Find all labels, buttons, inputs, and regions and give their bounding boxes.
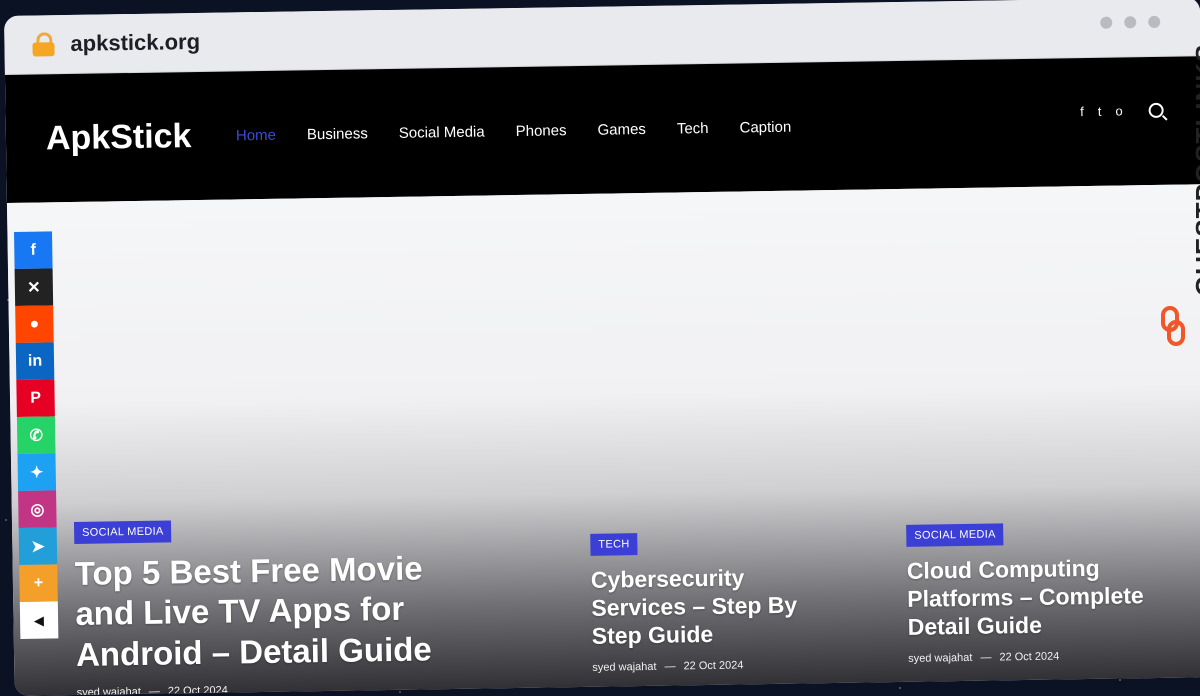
twitter-icon[interactable]: t: [1098, 104, 1102, 119]
whatsapp-icon[interactable]: ✆: [16, 416, 56, 454]
separator: —: [148, 685, 160, 696]
post-meta: syed wajahat — 22 Oct 2024: [908, 649, 1168, 665]
site-header: ApkStick Home Business Social Media Phon…: [4, 56, 1200, 203]
author[interactable]: syed wajahat: [908, 652, 972, 665]
date: 22 Oct 2024: [167, 684, 228, 696]
dot-icon: [1148, 15, 1161, 29]
author[interactable]: syed wajahat: [77, 686, 141, 696]
facebook-icon[interactable]: f: [14, 231, 53, 269]
post-card[interactable]: TECH Cybersecurity Services – Step By St…: [590, 530, 822, 674]
instagram-icon[interactable]: o: [1115, 103, 1122, 118]
separator: —: [980, 651, 992, 664]
nav-caption[interactable]: Caption: [739, 118, 791, 136]
lock-icon: [32, 32, 55, 57]
main-nav: Home Business Social Media Phones Games …: [236, 118, 792, 144]
watermark-text: GUESTPOSTLINKS: [1190, 43, 1200, 296]
hero-section: SOCIAL MEDIA Top 5 Best Free Movie and L…: [6, 184, 1200, 696]
nav-home[interactable]: Home: [236, 126, 276, 144]
reddit-icon[interactable]: ●: [15, 305, 54, 343]
telegram-icon[interactable]: ➤: [18, 527, 58, 565]
post-meta: syed wajahat — 22 Oct 2024: [77, 681, 457, 696]
author[interactable]: syed wajahat: [592, 661, 656, 674]
date: 22 Oct 2024: [999, 650, 1060, 664]
header-social: f t o: [1080, 102, 1164, 119]
nav-games[interactable]: Games: [597, 120, 646, 138]
post-meta: syed wajahat — 22 Oct 2024: [592, 658, 822, 674]
separator: —: [664, 660, 676, 673]
post-title[interactable]: Cybersecurity Services – Step By Step Gu…: [591, 562, 822, 650]
dot-icon: [1124, 16, 1137, 29]
category-badge[interactable]: SOCIAL MEDIA: [906, 523, 1004, 547]
post-title[interactable]: Top 5 Best Free Movie and Live TV Apps f…: [74, 548, 456, 675]
hide-icon[interactable]: ◀: [19, 601, 59, 639]
url-text[interactable]: apkstick.org: [70, 29, 200, 57]
post-card[interactable]: SOCIAL MEDIA Top 5 Best Free Movie and L…: [73, 516, 457, 696]
plus-icon[interactable]: +: [19, 564, 58, 602]
post-title[interactable]: Cloud Computing Platforms – Complete Det…: [907, 553, 1168, 641]
link-icon: [1161, 306, 1185, 346]
site-logo[interactable]: ApkStick: [46, 116, 237, 158]
dot-icon: [1100, 16, 1113, 29]
linkedin-icon[interactable]: in: [15, 342, 55, 380]
share-bar: f ✕ ● in P ✆ ✦ ◎ ➤ + ◀: [14, 231, 59, 639]
date: 22 Oct 2024: [683, 659, 744, 673]
pinterest-icon[interactable]: P: [16, 379, 55, 417]
browser-window: apkstick.org ApkStick Home Business Soci…: [4, 0, 1200, 696]
facebook-icon[interactable]: f: [1080, 104, 1084, 119]
nav-business[interactable]: Business: [307, 125, 368, 143]
window-controls: [1100, 15, 1161, 29]
category-badge[interactable]: TECH: [590, 533, 638, 556]
watermark: GUESTPOSTLINKS: [1156, 44, 1200, 356]
nav-social-media[interactable]: Social Media: [399, 123, 485, 141]
category-badge[interactable]: SOCIAL MEDIA: [73, 520, 172, 544]
nav-tech[interactable]: Tech: [677, 119, 709, 136]
post-card[interactable]: SOCIAL MEDIA Cloud Computing Platforms –…: [906, 521, 1168, 665]
instagram-icon[interactable]: ◎: [18, 490, 57, 528]
x-icon[interactable]: ✕: [14, 268, 54, 306]
nav-phones[interactable]: Phones: [516, 122, 567, 140]
twitter-icon[interactable]: ✦: [17, 453, 57, 491]
